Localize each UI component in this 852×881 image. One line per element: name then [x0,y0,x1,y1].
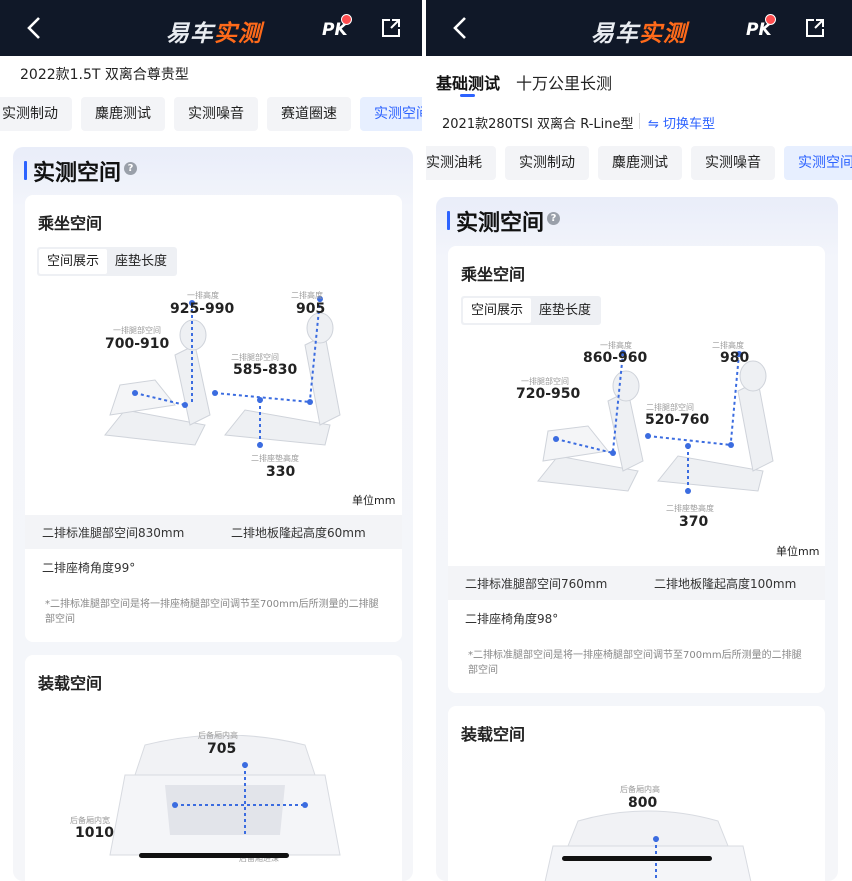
rear-leg-value: 585-830 [233,362,298,378]
title-separator [639,113,640,129]
stats-row: 二排标准腿部空间830mm 二排地板隆起高度60mm [25,515,402,549]
ride-space-title: 乘坐空间 [461,265,526,284]
trunk-height-value: 800 [628,795,658,811]
floor-bump: 二排地板隆起高度100mm [654,577,797,591]
segment-show[interactable]: 空间展示 [39,249,108,274]
ride-space-panel: 乘坐空间 空间展示 座垫长度 [25,195,402,642]
home-indicator [562,856,712,861]
floor-bump: 二排地板隆起高度60mm [231,526,366,540]
back-arrow-icon[interactable] [24,16,46,40]
trunk-width-value: 1010 [75,825,114,841]
front-head-value: 860-960 [583,350,648,366]
rear-cushion-value: 330 [266,464,296,480]
trunk-height-label: 后备厢内高 [620,785,660,794]
nav-bar: 易车实测 PK [0,0,422,56]
rear-leg-standard: 二排标准腿部空间760mm [465,577,608,591]
front-leg-value: 720-950 [516,386,581,402]
share-icon[interactable] [804,17,826,39]
help-icon[interactable]: ? [547,212,560,225]
nav-bar: 易车实测 PK [426,0,852,56]
app-logo: 易车实测 [166,21,262,47]
rear-cushion-label: 二排座垫高度 [251,454,299,463]
ride-space-panel: 乘坐空间 空间展示 座垫长度 [448,246,825,693]
test-tabs: 实测油耗 实测制动 麋鹿测试 实测噪音 实测空间 [426,146,852,180]
cargo-title: 装载空间 [461,725,526,744]
cargo-panel: 装载空间 后备厢内高 800 [448,706,825,881]
front-leg-value: 700-910 [105,336,170,352]
rear-cushion-value: 370 [679,514,709,530]
home-indicator [139,853,289,858]
cargo-title: 装载空间 [38,674,103,693]
segment-cushion[interactable]: 座垫长度 [531,298,599,323]
tab-basic-test[interactable]: 基础测试 [436,70,500,94]
tab-moose[interactable]: 麋鹿测试 [598,146,682,180]
rear-seat-angle: 二排座椅角度99° [42,561,136,575]
front-head-value: 925-990 [170,301,235,317]
segment-cushion[interactable]: 座垫长度 [107,249,175,274]
tab-fuel[interactable]: 实测油耗 [426,146,496,180]
unit-label: 单位mm [352,494,396,507]
trunk-height-label: 后备厢内高 [198,731,238,740]
space-card: 实测空间 ? 乘坐空间 空间展示 座垫长度 [436,197,838,881]
rear-head-value: 980 [720,350,750,366]
trunk-height-value: 705 [207,741,237,757]
rear-leg-standard: 二排标准腿部空间830mm [42,526,185,540]
model-title: 2022款1.5T 双离合尊贵型 [20,67,189,83]
left-screenshot: 易车实测 PK 2022款1.5T 双离合尊贵型 实测制动 麋鹿测试 实测噪音 … [0,0,422,881]
test-tabs: 实测制动 麋鹿测试 实测噪音 赛道圈速 实测空间 [0,97,422,131]
share-icon[interactable] [380,17,402,39]
rear-head-label: 二排高度 [291,291,323,300]
model-title: 2021款280TSI 双离合 R-Line型 [442,117,634,132]
front-leg-label: 一排腿部空间 [113,326,161,335]
rear-head-value: 905 [296,301,326,317]
space-card: 实测空间 ? 乘坐空间 空间展示 座垫长度 [13,147,413,881]
view-switch: 空间展示 座垫长度 [461,296,602,325]
swap-icon: ⇋ [648,117,664,132]
rear-cushion-label: 二排座垫高度 [666,504,714,513]
back-arrow-icon[interactable] [450,16,472,40]
cargo-panel: 装载空间 后备厢内高 705 后备厢内宽 1010 后备厢进深 [25,655,402,881]
tab-lap[interactable]: 赛道圈速 [267,97,351,131]
ride-space-title: 乘坐空间 [38,214,103,233]
tab-space[interactable]: 实测空间 [784,146,852,180]
pk-badge-icon [765,14,776,25]
card-title: 实测空间 [446,205,544,237]
active-tab-indicator [460,94,475,97]
footnote: *二排标准腿部空间是将一排座椅腿部空间调节至700mm后所测量的二排腿部空间 [468,650,802,676]
unit-label: 单位mm [776,545,820,558]
trunk-diagram [544,810,752,881]
seat-diagram [537,350,774,494]
tab-brake[interactable]: 实测制动 [0,97,72,131]
rear-leg-value: 520-760 [645,412,710,428]
switch-model-button[interactable]: ⇋ 切换车型 [648,113,715,132]
tab-noise[interactable]: 实测噪音 [174,97,258,131]
tab-moose[interactable]: 麋鹿测试 [81,97,165,131]
footnote: *二排标准腿部空间是将一排座椅腿部空间调节至700mm后所测量的二排腿部空间 [45,599,379,625]
tab-space[interactable]: 实测空间 [360,97,422,131]
right-screenshot: 易车实测 PK 基础测试 十万公里长测 2021款280TSI 双离合 R-Li… [426,0,852,881]
view-switch: 空间展示 座垫长度 [37,247,178,276]
tab-long-term[interactable]: 十万公里长测 [516,70,612,94]
rear-seat-angle: 二排座椅角度98° [465,612,559,626]
tab-brake[interactable]: 实测制动 [505,146,589,180]
app-logo: 易车实测 [591,21,687,47]
pk-badge-icon [341,14,352,25]
card-title: 实测空间 [23,155,121,187]
stats-row: 二排标准腿部空间760mm 二排地板隆起高度100mm [448,566,825,600]
segment-show[interactable]: 空间展示 [463,298,532,323]
help-icon[interactable]: ? [124,162,137,175]
front-head-label: 一排高度 [187,291,219,300]
tab-noise[interactable]: 实测噪音 [691,146,775,180]
